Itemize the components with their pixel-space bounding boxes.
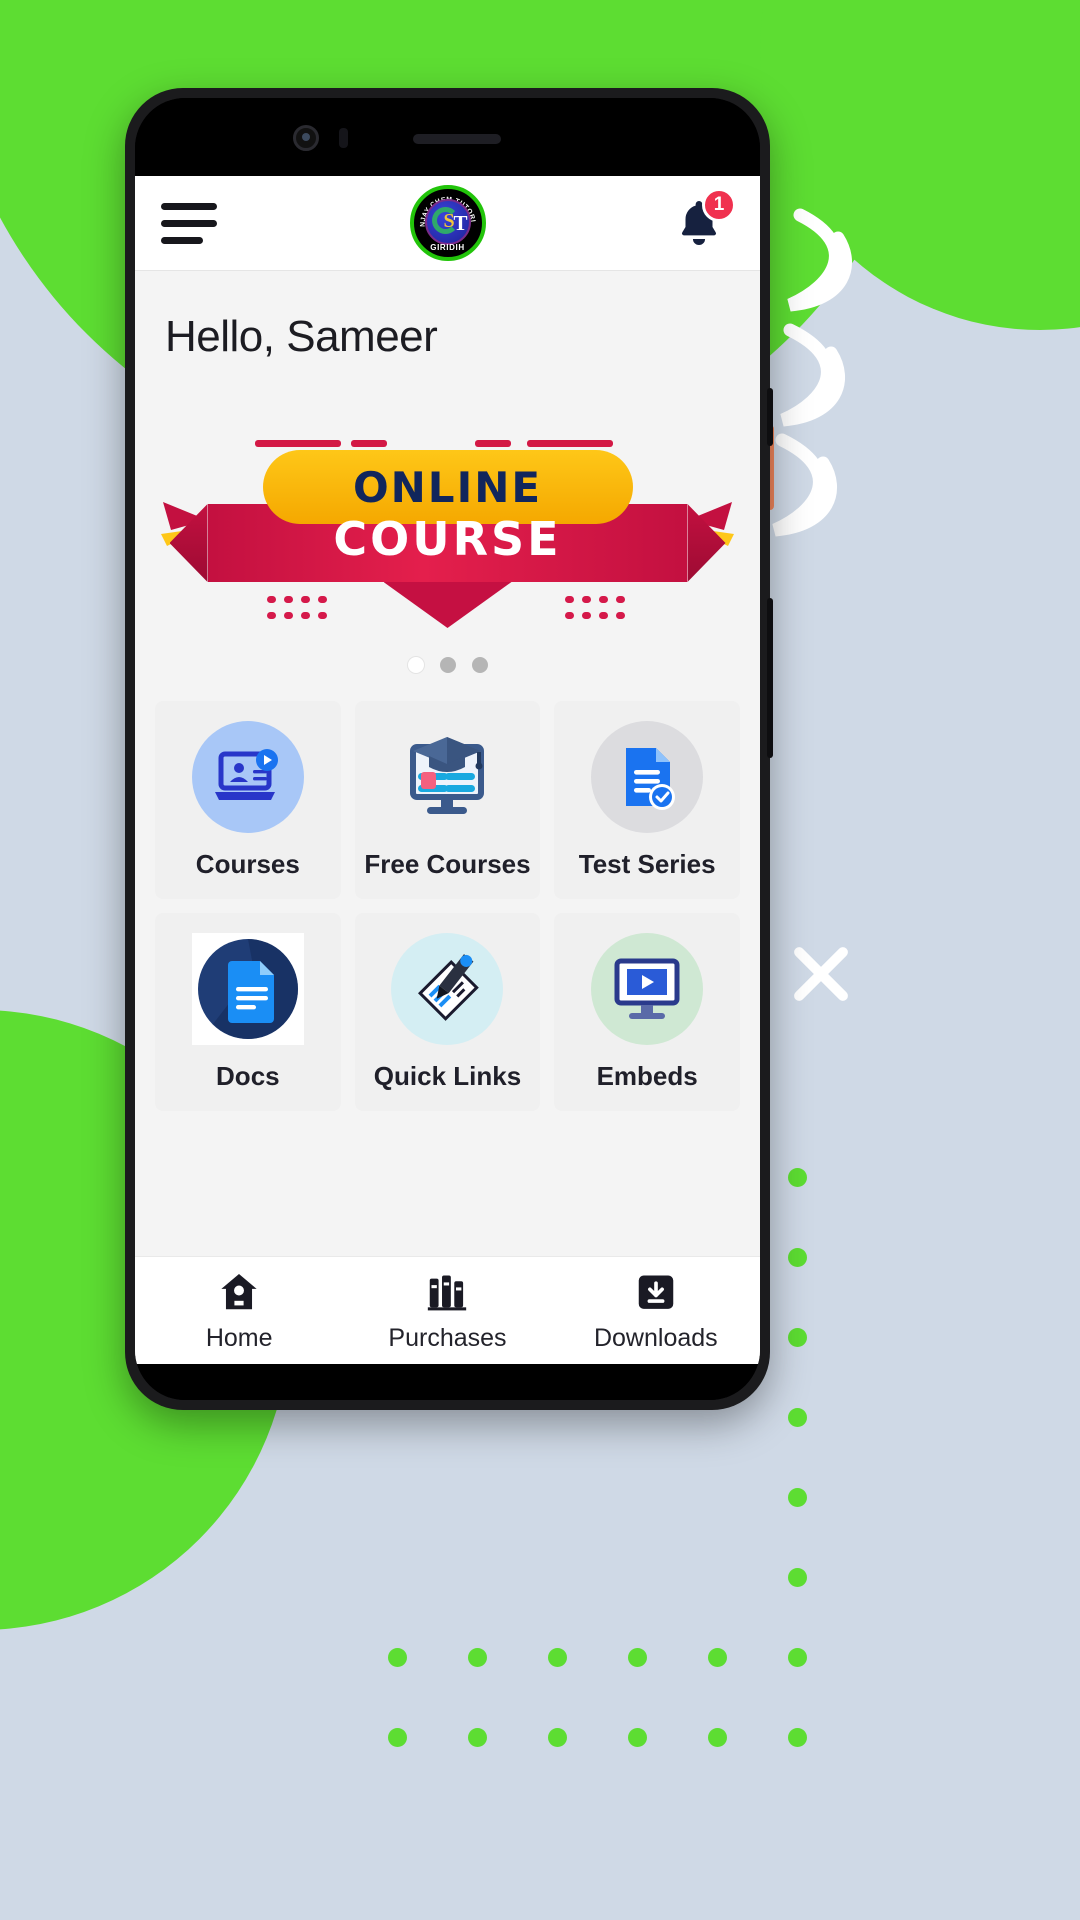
nav-label: Home	[205, 1323, 273, 1352]
banner-dot-pattern-left	[267, 596, 330, 623]
tile-free-courses[interactable]: Free Courses	[354, 701, 541, 899]
monitor-graduation-cap-icon	[391, 721, 503, 833]
tile-docs[interactable]: Docs	[155, 913, 341, 1111]
banner-ribbon-tail	[383, 582, 512, 628]
carousel-pager	[159, 657, 736, 673]
phone-mockup: SANJAY CHEM TUTORIALS S T GIRIDIH	[125, 88, 773, 1410]
tile-label: Quick Links	[373, 1060, 522, 1091]
banner-slide[interactable]: ONLINE COURSE	[159, 420, 736, 635]
carousel-dot-3[interactable]	[471, 657, 488, 673]
greeting-text: Hello, Sameer	[165, 312, 438, 361]
close-icon[interactable]	[780, 935, 862, 1013]
tile-courses[interactable]: Courses	[155, 701, 341, 899]
banner-line1: ONLINE	[352, 462, 543, 512]
phone-notch	[135, 98, 760, 176]
app-header: SANJAY CHEM TUTORIALS S T GIRIDIH	[135, 176, 760, 270]
tile-label: Free Courses	[364, 848, 531, 879]
app-content: Hello, Sameer ONLINE COURSE Courses Free…	[135, 270, 760, 1256]
document-check-icon	[591, 720, 704, 833]
carousel-dot-2[interactable]	[439, 657, 456, 673]
tile-test-series[interactable]: Test Series	[554, 701, 740, 899]
phone-volume-button	[767, 388, 773, 446]
nav-label: Purchases	[388, 1323, 507, 1352]
home-icon	[221, 1273, 257, 1309]
earpiece-speaker	[413, 134, 501, 144]
pen-note-icon	[391, 932, 504, 1045]
nav-label: Downloads	[593, 1323, 718, 1352]
bottom-navigation: Home Purchases Downloads	[135, 1256, 760, 1364]
banner-dot-pattern-right	[565, 596, 628, 623]
carousel-dot-1[interactable]	[407, 657, 424, 673]
download-box-icon	[638, 1275, 674, 1309]
nav-item-home[interactable]: Home	[135, 1269, 343, 1353]
banner-carousel[interactable]: ONLINE COURSE	[135, 420, 760, 673]
phone-chin	[135, 1364, 760, 1400]
tile-quick-links[interactable]: Quick Links	[354, 913, 541, 1111]
logo-monogram: S T	[424, 199, 471, 245]
laptop-video-icon	[191, 720, 304, 833]
front-camera	[293, 125, 319, 151]
tile-label: Docs	[216, 1060, 280, 1091]
tile-label: Embeds	[596, 1060, 698, 1091]
hamburger-menu-icon[interactable]	[161, 197, 217, 250]
tile-embeds[interactable]: Embeds	[554, 913, 740, 1111]
nav-item-purchases[interactable]: Purchases	[343, 1269, 551, 1353]
banner-line2: COURSE	[333, 512, 562, 566]
notification-bell-button[interactable]: 1	[664, 188, 736, 258]
logo-city-label: GIRIDIH	[430, 243, 465, 252]
tile-label: Courses	[195, 848, 300, 879]
monitor-play-icon	[591, 932, 704, 1045]
app-screen: SANJAY CHEM TUTORIALS S T GIRIDIH	[135, 176, 760, 1364]
document-icon	[191, 932, 304, 1045]
nav-item-downloads[interactable]: Downloads	[552, 1269, 760, 1353]
feature-grid: Courses Free Courses Test Series Docs Qu…	[135, 673, 760, 1111]
brand-logo: SANJAY CHEM TUTORIALS S T GIRIDIH	[409, 185, 486, 261]
phone-power-button	[767, 598, 773, 758]
books-icon	[428, 1275, 467, 1310]
tile-label: Test Series	[578, 848, 716, 879]
proximity-sensor	[339, 128, 348, 148]
notification-badge: 1	[702, 188, 736, 222]
